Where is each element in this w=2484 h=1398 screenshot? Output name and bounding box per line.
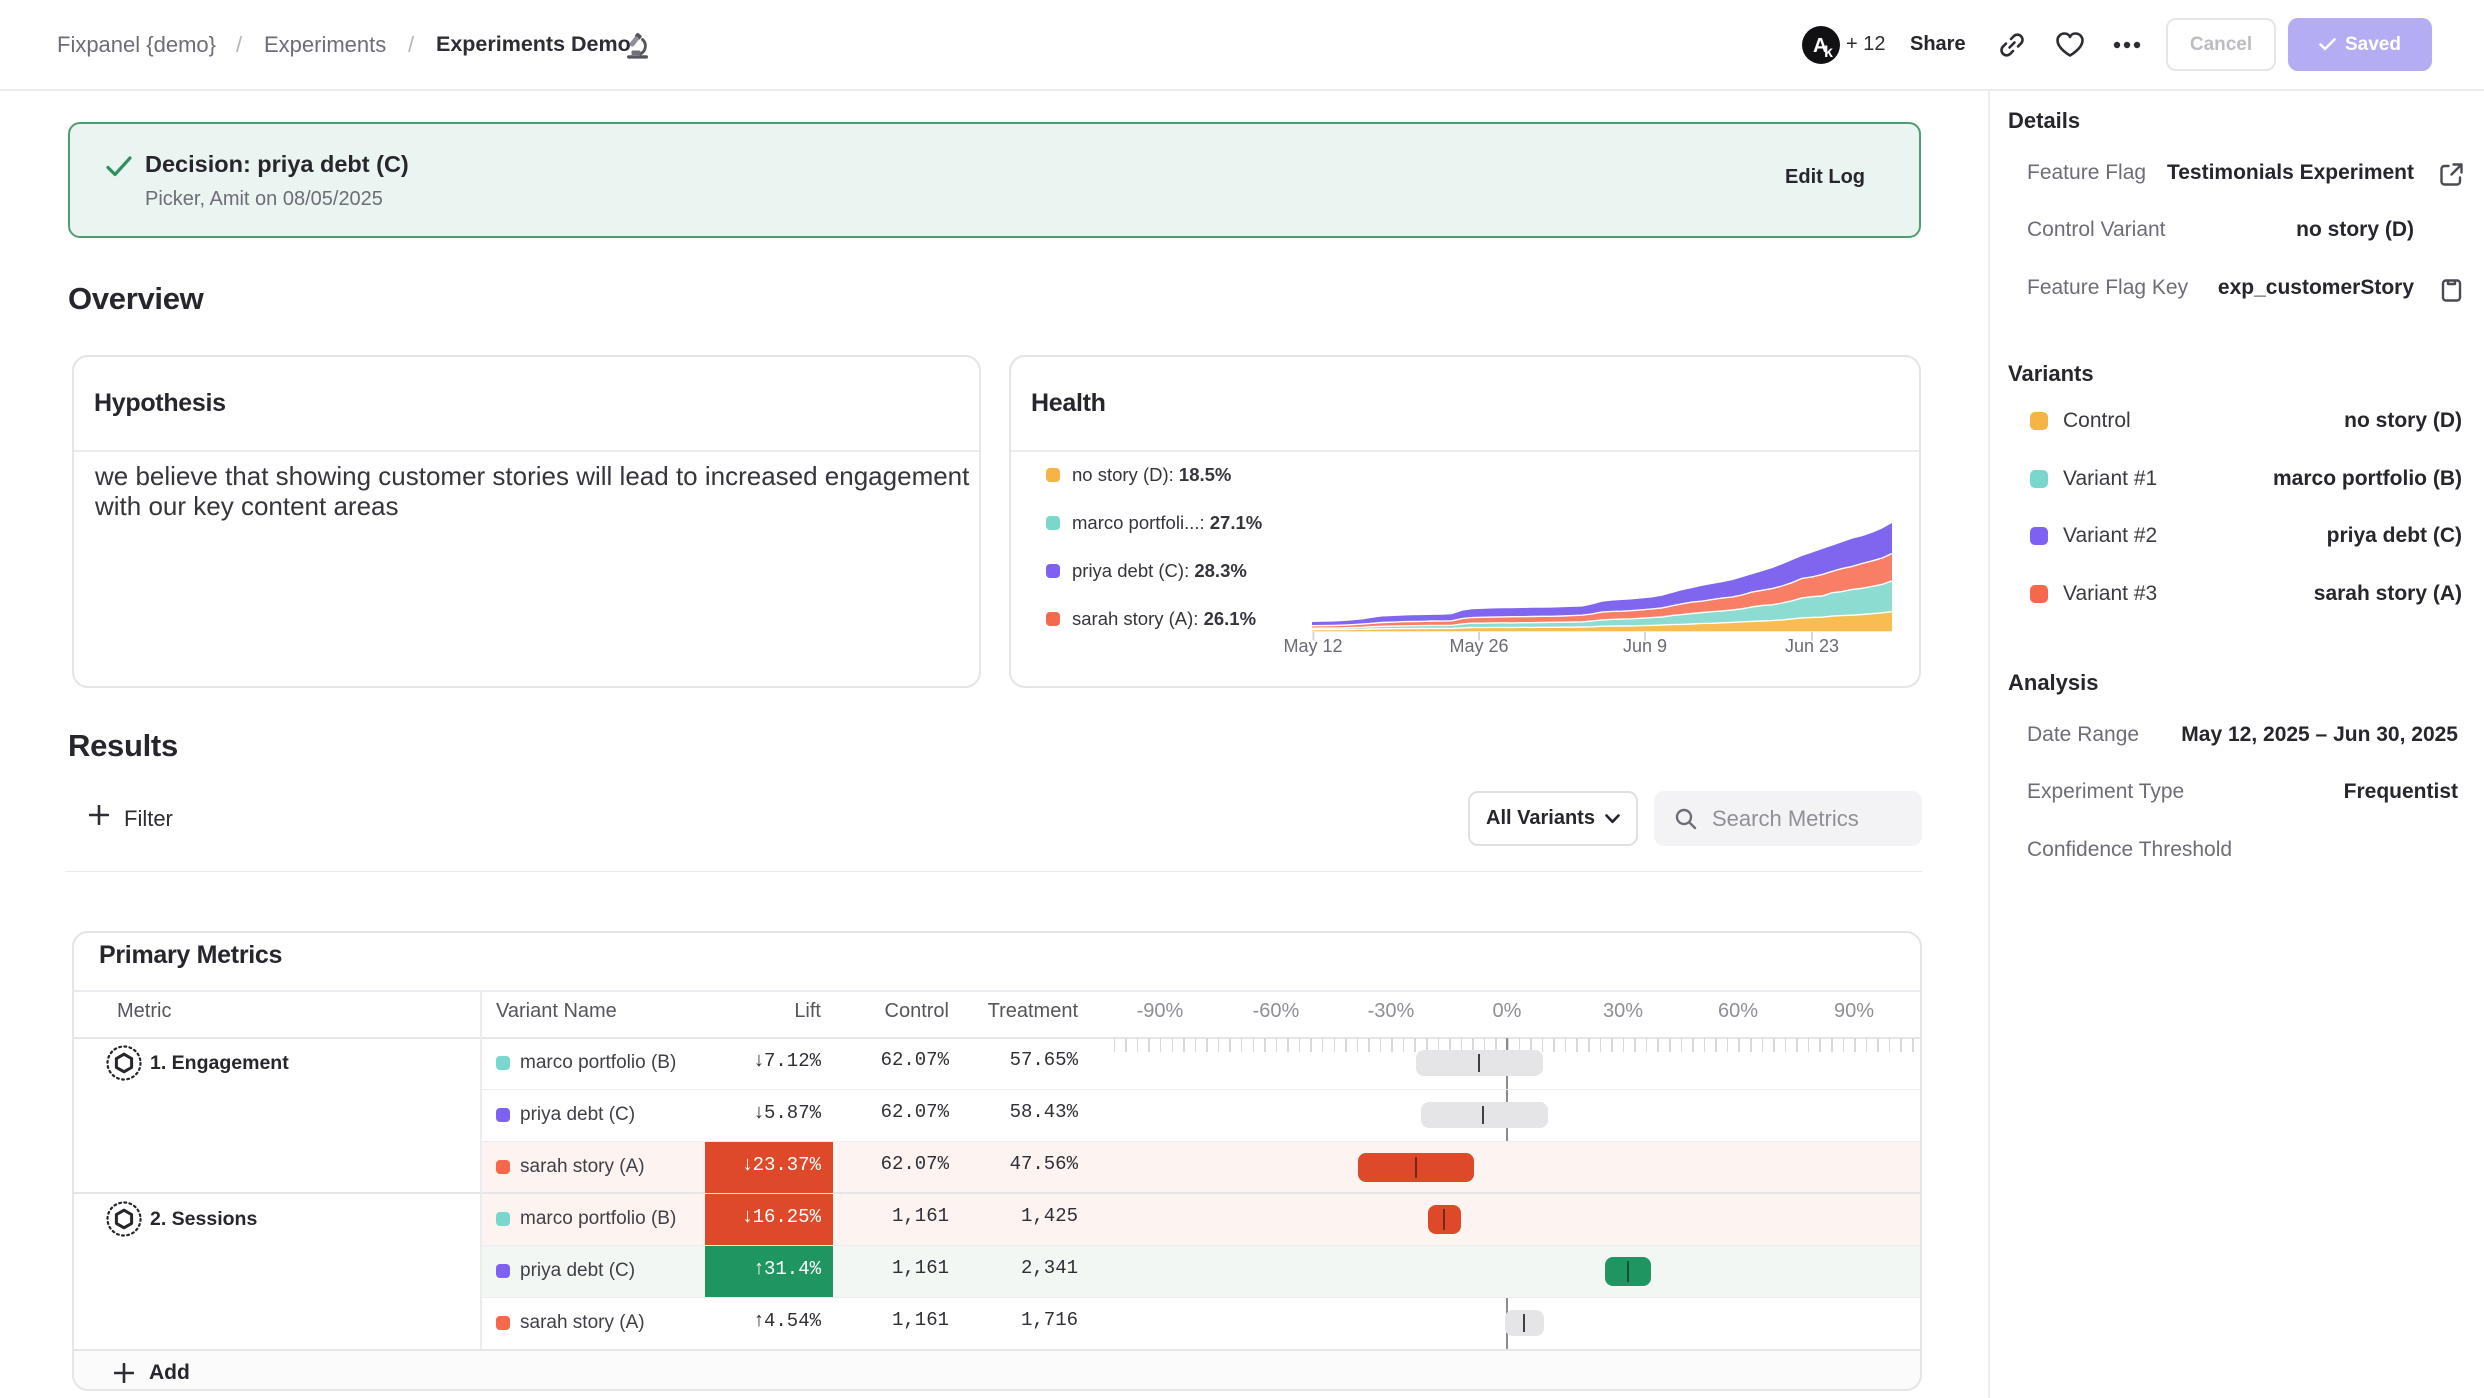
svg-text:k: k [1824, 44, 1833, 61]
